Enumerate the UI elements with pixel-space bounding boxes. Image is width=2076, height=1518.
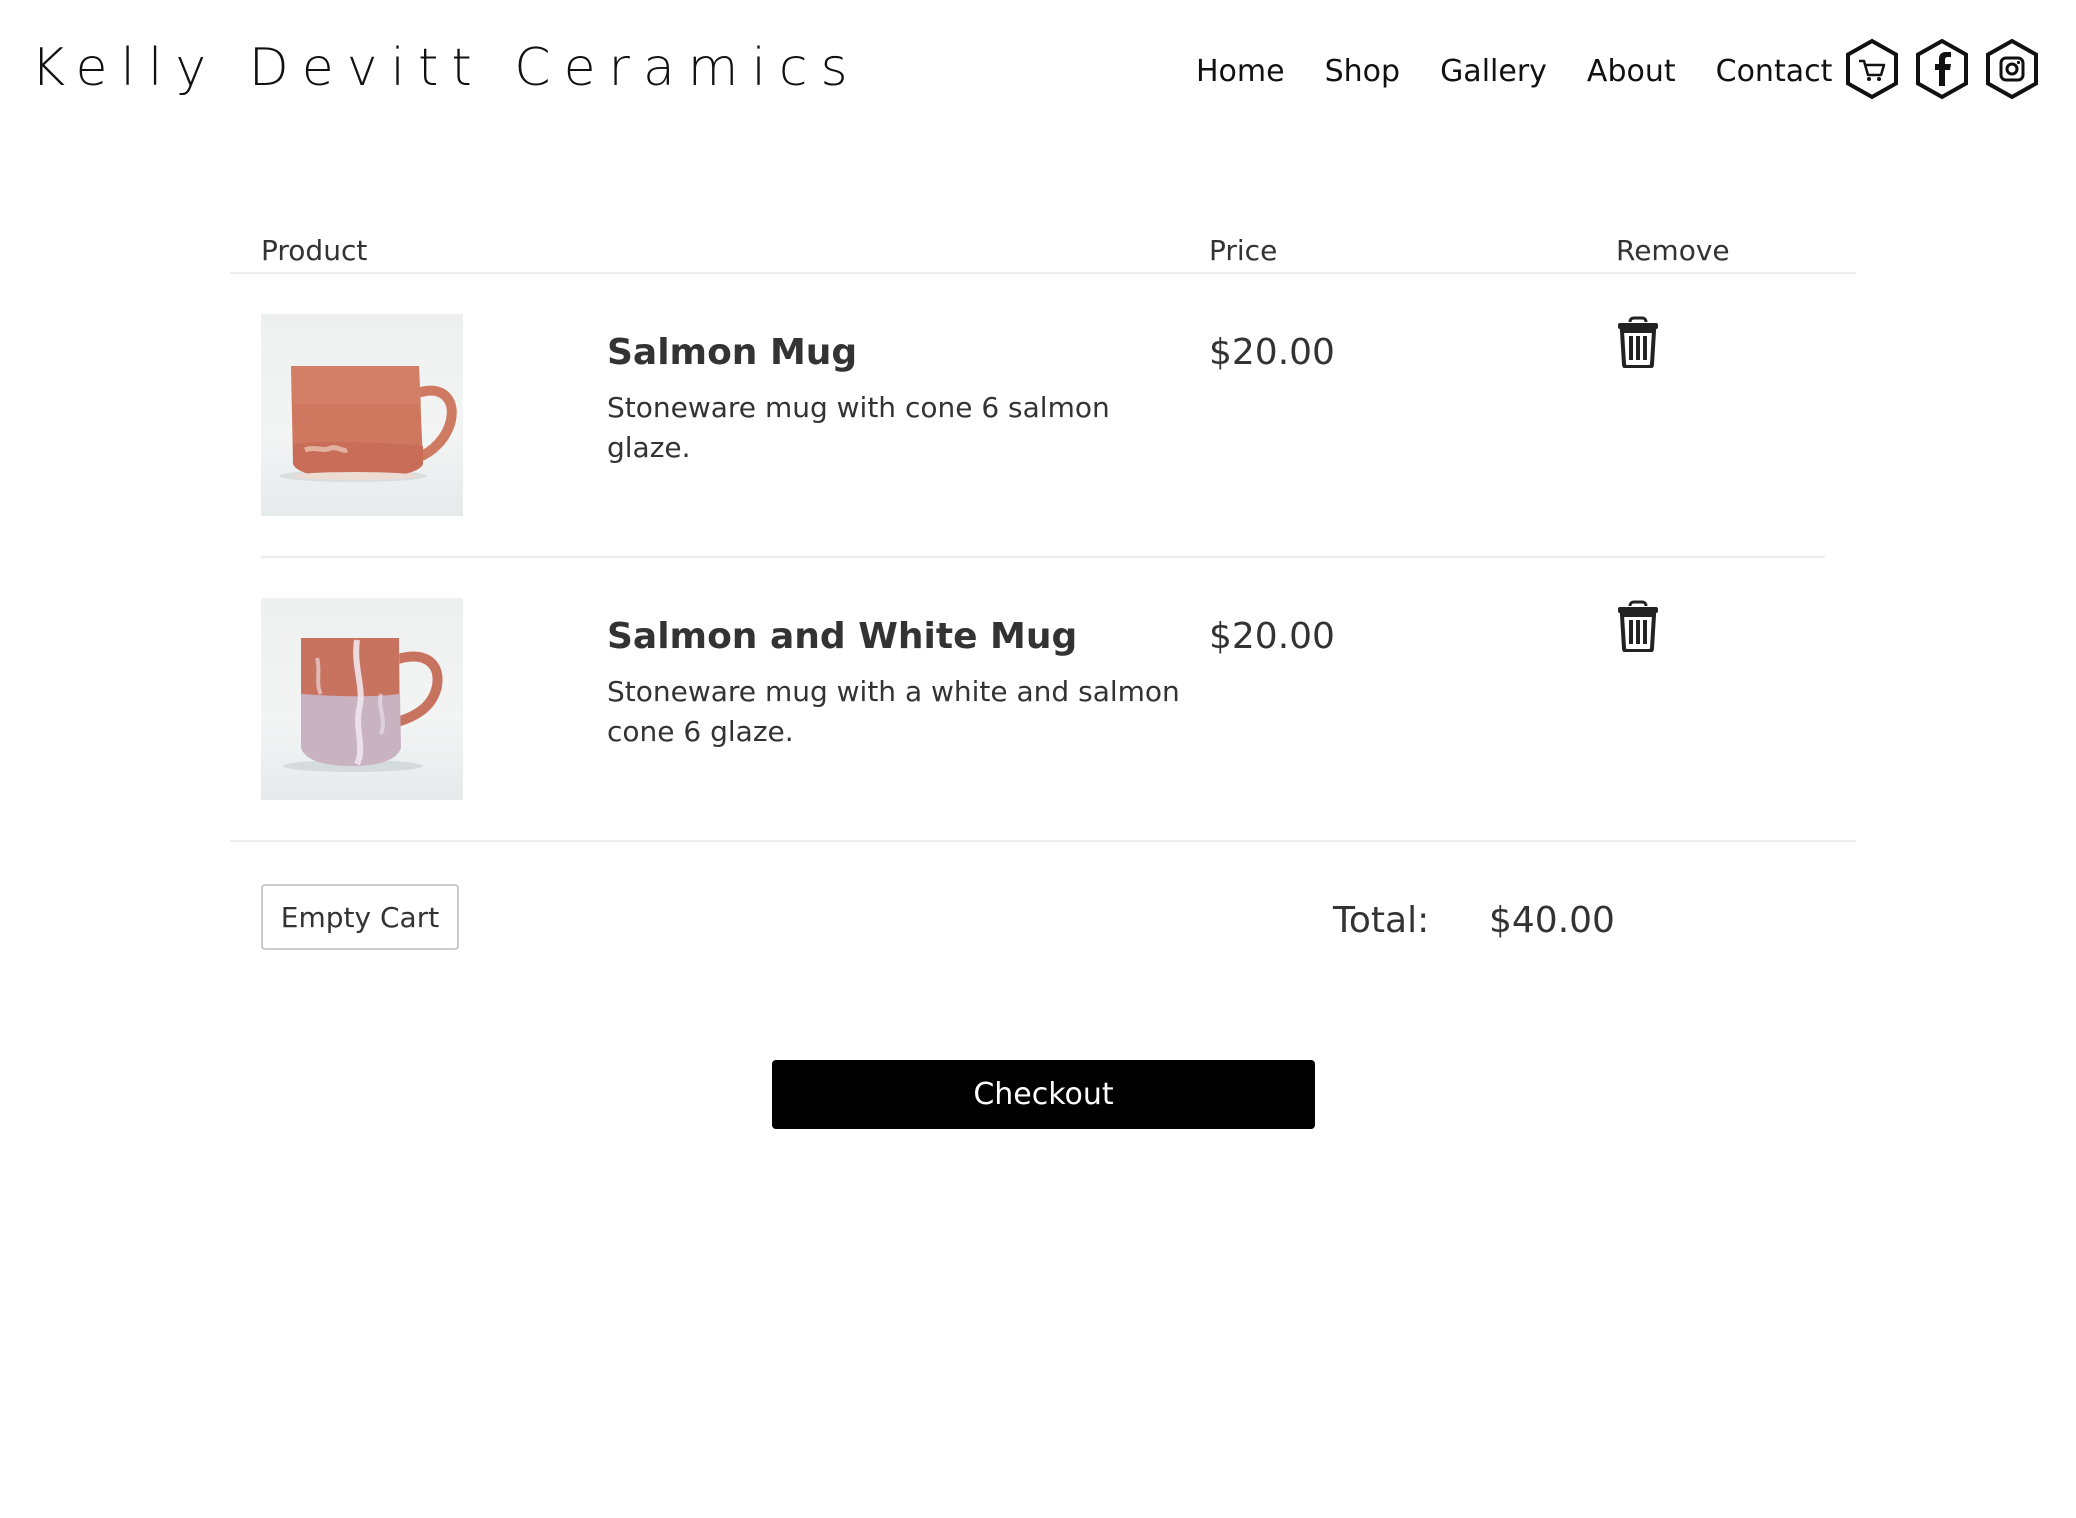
header-icons [1845,38,2039,100]
item-description: Stoneware mug with a white and salmon co… [607,675,1180,748]
cart-footer: Empty Cart Total: $40.00 [230,842,1856,992]
header-price: Price [1209,234,1278,267]
header-remove: Remove [1616,234,1730,267]
salmon-mug-image [261,314,463,516]
nav-shop[interactable]: Shop [1325,50,1400,94]
empty-cart-button[interactable]: Empty Cart [261,884,459,950]
site-brand: Kelly Devitt Ceramics [31,38,861,98]
item-price: $20.00 [1209,332,1335,373]
facebook-icon[interactable] [1915,38,1969,100]
salmon-white-mug-image [261,598,463,800]
cart-row: Salmon and White Mug Stoneware mug with … [230,558,1856,842]
item-description: Stoneware mug with cone 6 salmon glaze. [607,391,1110,464]
checkout-button[interactable]: Checkout [772,1060,1315,1129]
cart-icon[interactable] [1845,38,1899,100]
item-name: Salmon and White Mug [607,616,1078,657]
main-nav: Home Shop Gallery About Contact [1196,50,1832,94]
nav-about[interactable]: About [1587,50,1676,94]
item-name: Salmon Mug [607,332,858,373]
nav-contact[interactable]: Contact [1716,50,1833,94]
cart-row: Salmon Mug Stoneware mug with cone 6 sal… [261,274,1825,558]
header-product: Product [261,234,368,267]
trash-icon[interactable] [1616,600,1660,652]
total-value: $40.00 [1489,900,1615,941]
trash-icon[interactable] [1616,316,1660,368]
instagram-icon[interactable] [1985,38,2039,100]
cart-header-row: Product Price Remove [230,220,1856,274]
nav-home[interactable]: Home [1196,50,1285,94]
cart-table: Product Price Remove Salmon Mug Stonewar… [230,220,1856,992]
nav-gallery[interactable]: Gallery [1440,50,1547,94]
item-price: $20.00 [1209,616,1335,657]
total-label: Total: [1333,900,1430,941]
